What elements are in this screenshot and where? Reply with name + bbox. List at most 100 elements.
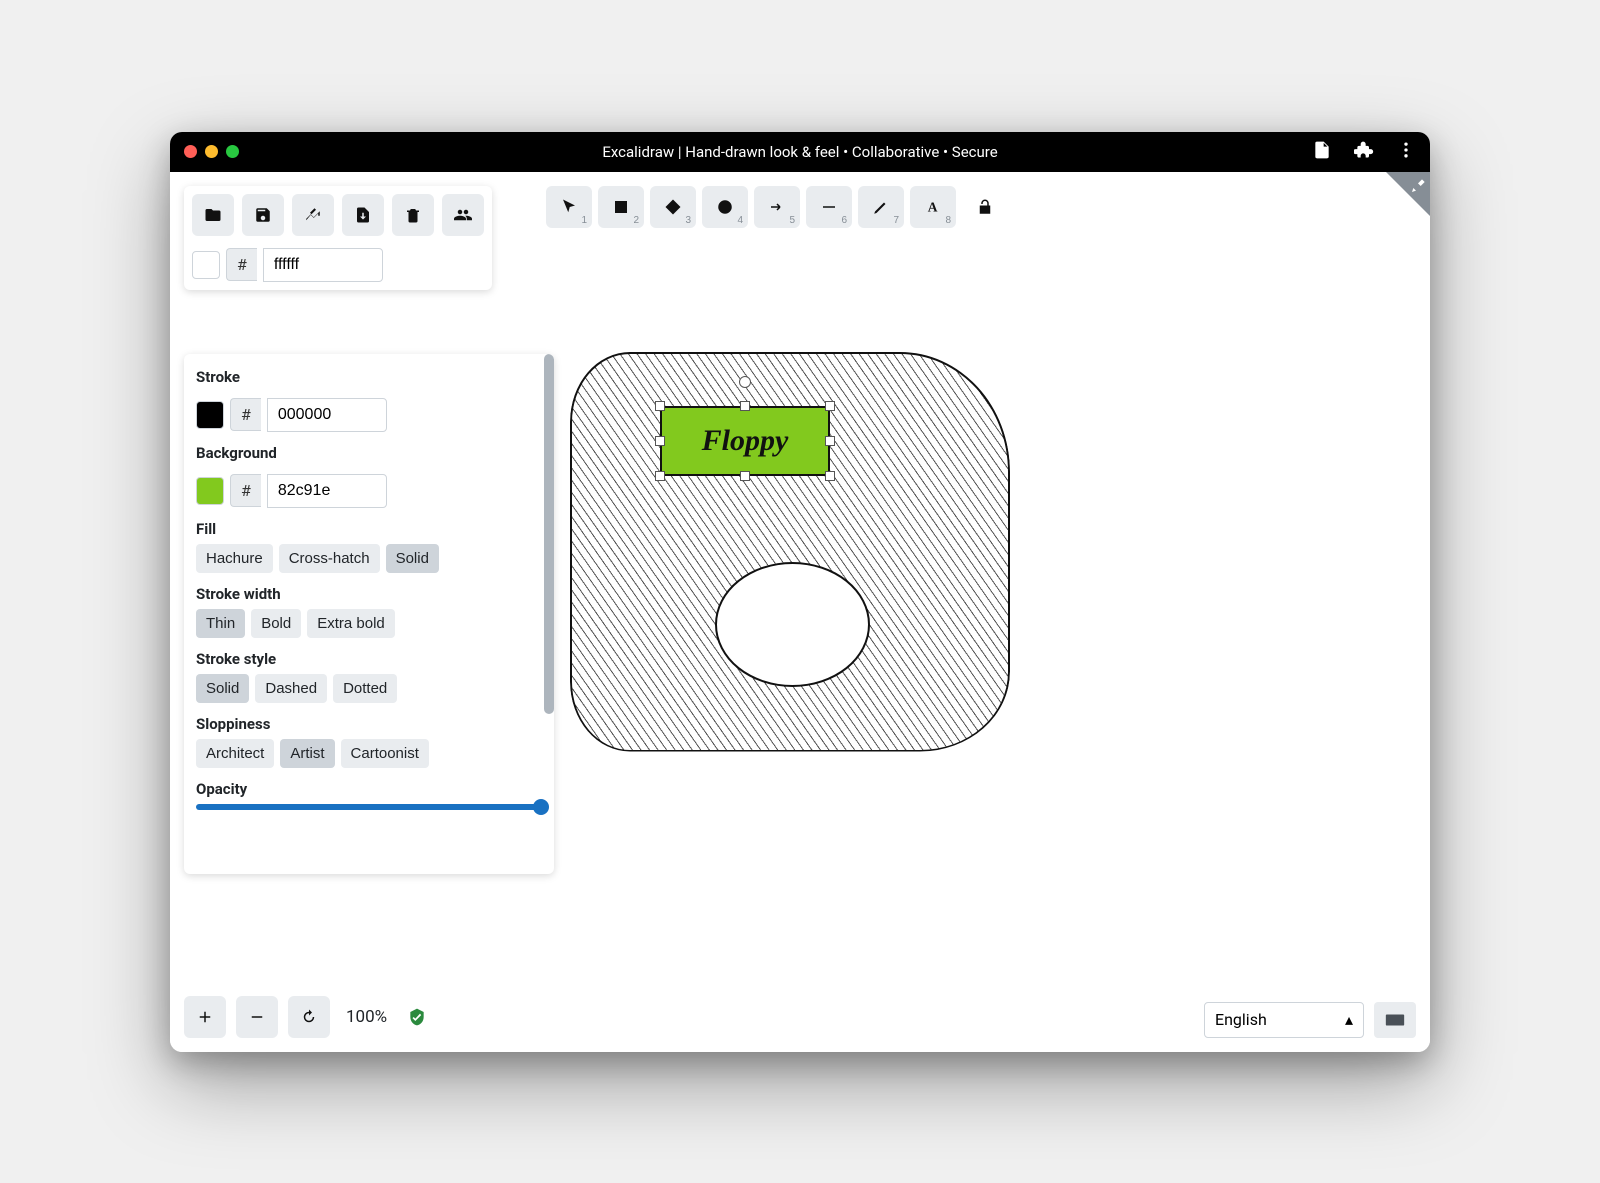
- tool-num: 6: [841, 215, 847, 226]
- hash-label: #: [226, 248, 257, 281]
- diamond-tool[interactable]: 3: [650, 186, 696, 228]
- zoom-reset-button[interactable]: [288, 996, 330, 1038]
- hash-label: #: [230, 398, 261, 431]
- line-tool[interactable]: 6: [806, 186, 852, 228]
- resize-handle-nw[interactable]: [655, 401, 665, 411]
- text-tool[interactable]: A8: [910, 186, 956, 228]
- stroke-style-solid[interactable]: Solid: [196, 674, 249, 703]
- window-zoom-button[interactable]: [226, 145, 239, 158]
- tool-num: 8: [945, 215, 951, 226]
- open-button[interactable]: [192, 194, 234, 236]
- secure-badge-icon: [407, 1007, 427, 1027]
- stroke-label: Stroke: [196, 368, 542, 386]
- svg-text:A: A: [928, 199, 938, 214]
- resize-handle-ne[interactable]: [825, 401, 835, 411]
- zoom-in-button[interactable]: [184, 996, 226, 1038]
- scrollbar[interactable]: [544, 354, 554, 714]
- stroke-width-bold[interactable]: Bold: [251, 609, 301, 638]
- resize-handle-se[interactable]: [825, 471, 835, 481]
- app-window: Excalidraw | Hand-drawn look & feel • Co…: [170, 132, 1430, 1052]
- footer-right: English ▴: [1204, 1002, 1416, 1038]
- sloppiness-artist[interactable]: Artist: [280, 739, 334, 768]
- window-close-button[interactable]: [184, 145, 197, 158]
- tool-num: 5: [789, 215, 795, 226]
- rectangle-tool[interactable]: 2: [598, 186, 644, 228]
- canvas-color-input[interactable]: [263, 248, 383, 282]
- titlebar-right: [1312, 140, 1416, 164]
- stroke-swatch[interactable]: [196, 401, 224, 429]
- export-button[interactable]: [342, 194, 384, 236]
- resize-handle-s[interactable]: [740, 471, 750, 481]
- background-color-input[interactable]: [267, 474, 387, 508]
- stroke-style-section: Stroke style Solid Dashed Dotted: [196, 650, 542, 703]
- titlebar: Excalidraw | Hand-drawn look & feel • Co…: [170, 132, 1430, 172]
- tool-num: 4: [737, 215, 743, 226]
- save-button[interactable]: [242, 194, 284, 236]
- canvas-color-swatch[interactable]: [192, 251, 220, 279]
- sloppiness-label: Sloppiness: [196, 715, 542, 733]
- fill-option-hachure[interactable]: Hachure: [196, 544, 273, 573]
- background-label: Background: [196, 444, 542, 462]
- clear-button[interactable]: [292, 194, 334, 236]
- properties-panel: Stroke # Background # Fill Hachure: [184, 354, 554, 874]
- fill-label: Fill: [196, 520, 542, 538]
- sloppiness-cartoonist[interactable]: Cartoonist: [341, 739, 429, 768]
- zoom-level: 100%: [346, 1007, 387, 1027]
- stroke-style-dotted[interactable]: Dotted: [333, 674, 397, 703]
- collab-button[interactable]: [442, 194, 484, 236]
- ellipse-tool[interactable]: 4: [702, 186, 748, 228]
- floppy-shape[interactable]: Floppy: [570, 352, 1010, 752]
- shape-toolbar: 1 2 3 4 5 6 7 A8: [546, 186, 1008, 228]
- window-minimize-button[interactable]: [205, 145, 218, 158]
- stroke-width-section: Stroke width Thin Bold Extra bold: [196, 585, 542, 638]
- keyboard-shortcuts-button[interactable]: [1374, 1002, 1416, 1038]
- language-label: English: [1215, 1010, 1267, 1029]
- opacity-slider[interactable]: [196, 804, 542, 810]
- resize-handle-e[interactable]: [825, 436, 835, 446]
- stroke-width-extrabold[interactable]: Extra bold: [307, 609, 395, 638]
- stroke-section: Stroke #: [196, 368, 542, 432]
- tool-num: 7: [893, 215, 899, 226]
- sloppiness-section: Sloppiness Architect Artist Cartoonist: [196, 715, 542, 768]
- stroke-color-input[interactable]: [267, 398, 387, 432]
- background-swatch[interactable]: [196, 477, 224, 505]
- fill-section: Fill Hachure Cross-hatch Solid: [196, 520, 542, 573]
- floppy-label-rect[interactable]: Floppy: [660, 406, 830, 476]
- github-corner[interactable]: [1386, 172, 1430, 216]
- extension-icon[interactable]: [1354, 140, 1374, 164]
- file-toolbar: #: [184, 186, 492, 290]
- selection-tool[interactable]: 1: [546, 186, 592, 228]
- opacity-label: Opacity: [196, 780, 542, 798]
- language-select[interactable]: English ▴: [1204, 1002, 1364, 1038]
- fill-option-crosshatch[interactable]: Cross-hatch: [279, 544, 380, 573]
- opacity-thumb[interactable]: [533, 799, 549, 815]
- draw-tool[interactable]: 7: [858, 186, 904, 228]
- stroke-width-label: Stroke width: [196, 585, 542, 603]
- floppy-label-text: Floppy: [702, 424, 789, 458]
- traffic-lights: [184, 145, 239, 158]
- fill-option-solid[interactable]: Solid: [386, 544, 439, 573]
- tool-num: 1: [581, 215, 587, 226]
- opacity-section: Opacity: [196, 780, 542, 810]
- footer-left: 100%: [184, 996, 427, 1038]
- tool-num: 2: [633, 215, 639, 226]
- zoom-out-button[interactable]: [236, 996, 278, 1038]
- resize-handle-sw[interactable]: [655, 471, 665, 481]
- floppy-hole: [715, 562, 870, 687]
- background-section: Background #: [196, 444, 542, 508]
- resize-handle-w[interactable]: [655, 436, 665, 446]
- file-icon[interactable]: [1312, 140, 1332, 164]
- rotate-handle[interactable]: [739, 376, 751, 388]
- chevron-up-icon: ▴: [1345, 1010, 1353, 1029]
- hash-label: #: [230, 474, 261, 507]
- sloppiness-architect[interactable]: Architect: [196, 739, 274, 768]
- stroke-style-label: Stroke style: [196, 650, 542, 668]
- menu-dots-icon[interactable]: [1396, 140, 1416, 164]
- resize-handle-n[interactable]: [740, 401, 750, 411]
- lock-tool[interactable]: [962, 186, 1008, 228]
- arrow-tool[interactable]: 5: [754, 186, 800, 228]
- canvas-drawing[interactable]: Floppy: [570, 352, 1010, 752]
- stroke-style-dashed[interactable]: Dashed: [255, 674, 327, 703]
- trash-button[interactable]: [392, 194, 434, 236]
- stroke-width-thin[interactable]: Thin: [196, 609, 245, 638]
